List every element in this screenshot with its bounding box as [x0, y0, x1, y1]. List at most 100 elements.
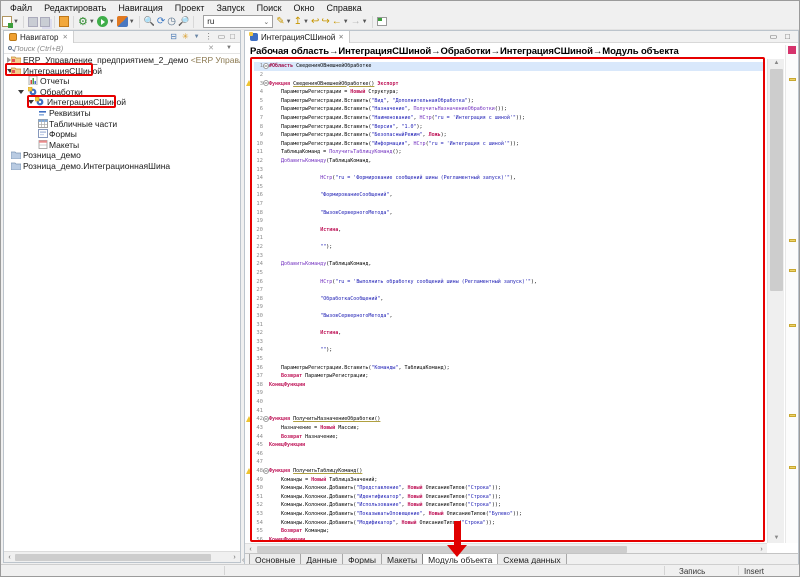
code-line-44[interactable]: 44 Возврат Назначение;: [254, 432, 765, 441]
maximize-icon[interactable]: □: [785, 32, 790, 41]
code-line-36[interactable]: 36 ПараметрыРегистрации.Вставить("Команд…: [254, 363, 765, 372]
code-line-3[interactable]: 3Функция СведенияОВнешнейОбработке() Экс…: [254, 79, 765, 88]
breadcrumb[interactable]: Рабочая область→ИнтеграцияСШиной→Обработ…: [245, 43, 798, 59]
overview-ruler[interactable]: [785, 45, 798, 543]
history-icon[interactable]: ◷: [167, 15, 176, 29]
scroll-down-icon[interactable]: ▼: [768, 534, 785, 543]
code-line-22[interactable]: 22 "");: [254, 243, 765, 252]
chevron-down-icon[interactable]: [18, 90, 24, 94]
search-dropdown-icon[interactable]: ▼: [226, 45, 232, 51]
clear-search-icon[interactable]: ✕: [208, 44, 214, 52]
minimize-icon[interactable]: ▭: [218, 32, 226, 41]
code-line-48[interactable]: 48Функция ПолучитьТаблицуКоманд(): [254, 467, 765, 476]
save-icon[interactable]: [28, 15, 38, 29]
tree-item-Реквизиты[interactable]: Реквизиты: [4, 107, 240, 118]
build-icon[interactable]: ⚙▼: [78, 15, 95, 29]
search-doc-icon[interactable]: 🔎: [178, 15, 189, 29]
new-icon[interactable]: ▼: [2, 15, 19, 29]
last-edit-icon[interactable]: ✎▼: [276, 15, 291, 29]
navigator-tab[interactable]: Навигатор ✕: [4, 31, 74, 43]
overview-warning-mark[interactable]: [789, 324, 796, 327]
menu-Справка[interactable]: Справка: [320, 3, 367, 13]
code-line-45[interactable]: 45КонецФункции: [254, 441, 765, 450]
code-line-8[interactable]: 8 ПараметрыРегистрации.Вставить("Версия"…: [254, 122, 765, 131]
sync-icon[interactable]: ⟳: [157, 15, 165, 29]
chevron-down-icon[interactable]: [28, 100, 34, 104]
menu-Редактировать[interactable]: Редактировать: [38, 3, 112, 13]
tree-item-ИнтеграцияСШиной[interactable]: ИнтеграцияСШиной: [4, 96, 240, 107]
minimize-icon[interactable]: ▭: [770, 32, 778, 41]
overview-warning-mark[interactable]: [789, 239, 796, 242]
code-line-43[interactable]: 43 Назначение = Новый Массив;: [254, 424, 765, 433]
warning-icon[interactable]: [246, 416, 252, 422]
code-line-9[interactable]: 9 ПараметрыРегистрации.Вставить("Безопас…: [254, 131, 765, 140]
code-line-7[interactable]: 7 ПараметрыРегистрации.Вставить("Наимено…: [254, 114, 765, 123]
code-line-35[interactable]: 35: [254, 355, 765, 364]
code-line-27[interactable]: 27: [254, 286, 765, 295]
code-line-15[interactable]: 15: [254, 183, 765, 192]
code-line-34[interactable]: 34 "");: [254, 346, 765, 355]
language-combo[interactable]: ru⌄: [203, 15, 273, 28]
editor-hscrollbar[interactable]: ‹ ›: [245, 543, 767, 553]
close-icon[interactable]: ✕: [338, 33, 343, 41]
code-editor[interactable]: 1#Область СведенияОВнешнейОбработке23Фун…: [245, 59, 798, 543]
tree-item-Обработки[interactable]: Обработки: [4, 86, 240, 97]
collapse-all-icon[interactable]: ⊟: [170, 32, 177, 41]
debug-icon[interactable]: ▼: [117, 15, 135, 29]
tab-overflow-icon[interactable]: ‹: [242, 557, 244, 564]
code-line-16[interactable]: 16 "ФормированиеСообщений",: [254, 191, 765, 200]
menu-Навигация[interactable]: Навигация: [112, 3, 168, 13]
code-line-40[interactable]: 40: [254, 398, 765, 407]
code-line-46[interactable]: 46: [254, 449, 765, 458]
code-line-21[interactable]: 21: [254, 234, 765, 243]
navigator-hscrollbar[interactable]: ‹ ›: [4, 551, 240, 562]
code-line-19[interactable]: 19: [254, 217, 765, 226]
code-line-51[interactable]: 51 Команды.Колонки.Добавить("Идентификат…: [254, 492, 765, 501]
code-line-42[interactable]: 42Функция ПолучитьНазначениеОбработки(): [254, 415, 765, 424]
tree-item-Розница_демо.ИнтеграционнаяШина[interactable]: Розница_демо.ИнтеграционнаяШина: [4, 160, 240, 171]
scrollbar-thumb[interactable]: [770, 69, 783, 291]
code-line-20[interactable]: 20 Истина,: [254, 226, 765, 235]
tree-item-Табличные части[interactable]: Табличные части: [4, 118, 240, 129]
code-line-31[interactable]: 31: [254, 320, 765, 329]
back-history-icon[interactable]: ↩: [311, 15, 319, 29]
code-line-11[interactable]: 11 ТаблицаКоманд = ПолучитьТаблицуКоманд…: [254, 148, 765, 157]
code-line-32[interactable]: 32 Истина,: [254, 329, 765, 338]
tree-item-Розница_демо[interactable]: Розница_демо: [4, 149, 240, 160]
overview-warning-mark[interactable]: [789, 269, 796, 272]
code-line-28[interactable]: 28 "ОбработкаСообщений",: [254, 294, 765, 303]
code-line-25[interactable]: 25: [254, 269, 765, 278]
code-line-12[interactable]: 12 ДобавитьКоманду(ТаблицаКоманд,: [254, 157, 765, 166]
code-line-41[interactable]: 41: [254, 406, 765, 415]
code-line-13[interactable]: 13: [254, 165, 765, 174]
link-editor-icon[interactable]: ✳: [182, 32, 189, 41]
code-line-2[interactable]: 2: [254, 71, 765, 80]
code-line-24[interactable]: 24 ДобавитьКоманду(ТаблицаКоманд,: [254, 260, 765, 269]
overview-warning-mark[interactable]: [789, 414, 796, 417]
code-line-56[interactable]: 56КонецФункции: [254, 536, 765, 543]
code-line-47[interactable]: 47: [254, 458, 765, 467]
code-line-52[interactable]: 52 Команды.Колонки.Добавить("Использован…: [254, 501, 765, 510]
code-line-4[interactable]: 4 ПараметрыРегистрации = Новый Структура…: [254, 88, 765, 97]
menu-Запуск[interactable]: Запуск: [210, 3, 250, 13]
editor-tab[interactable]: ИнтеграцияСШиной ✕: [245, 31, 350, 43]
close-icon[interactable]: ✕: [62, 33, 67, 41]
scroll-left-icon[interactable]: ‹: [5, 553, 14, 562]
code-line-17[interactable]: 17: [254, 200, 765, 209]
code-line-38[interactable]: 38КонецФункции: [254, 381, 765, 390]
code-line-5[interactable]: 5 ПараметрыРегистрации.Вставить("Вид", "…: [254, 96, 765, 105]
code-line-29[interactable]: 29: [254, 303, 765, 312]
code-line-14[interactable]: 14 НСтр("ru = 'Формирование сообщений ши…: [254, 174, 765, 183]
maximize-icon[interactable]: □: [230, 32, 235, 41]
warning-icon[interactable]: [246, 468, 252, 474]
view-menu-icon[interactable]: ⋮: [205, 32, 213, 41]
code-line-26[interactable]: 26 НСтр("ru = 'Выполнить обработку сообщ…: [254, 277, 765, 286]
update-db-icon[interactable]: [59, 15, 69, 29]
navigator-search[interactable]: Поиск (Ctrl+B) ✕ ▼: [4, 43, 240, 54]
code-line-6[interactable]: 6 ПараметрыРегистрации.Вставить("Назначе…: [254, 105, 765, 114]
code-line-50[interactable]: 50 Команды.Колонки.Добавить("Представлен…: [254, 484, 765, 493]
code-line-1[interactable]: 1#Область СведенияОВнешнейОбработке: [254, 62, 765, 71]
filter-icon[interactable]: ▼: [194, 34, 200, 40]
tree-item-ИнтеграцияСШиной[interactable]: ИнтеграцияСШиной: [4, 65, 240, 76]
menu-Проект[interactable]: Проект: [169, 3, 211, 13]
